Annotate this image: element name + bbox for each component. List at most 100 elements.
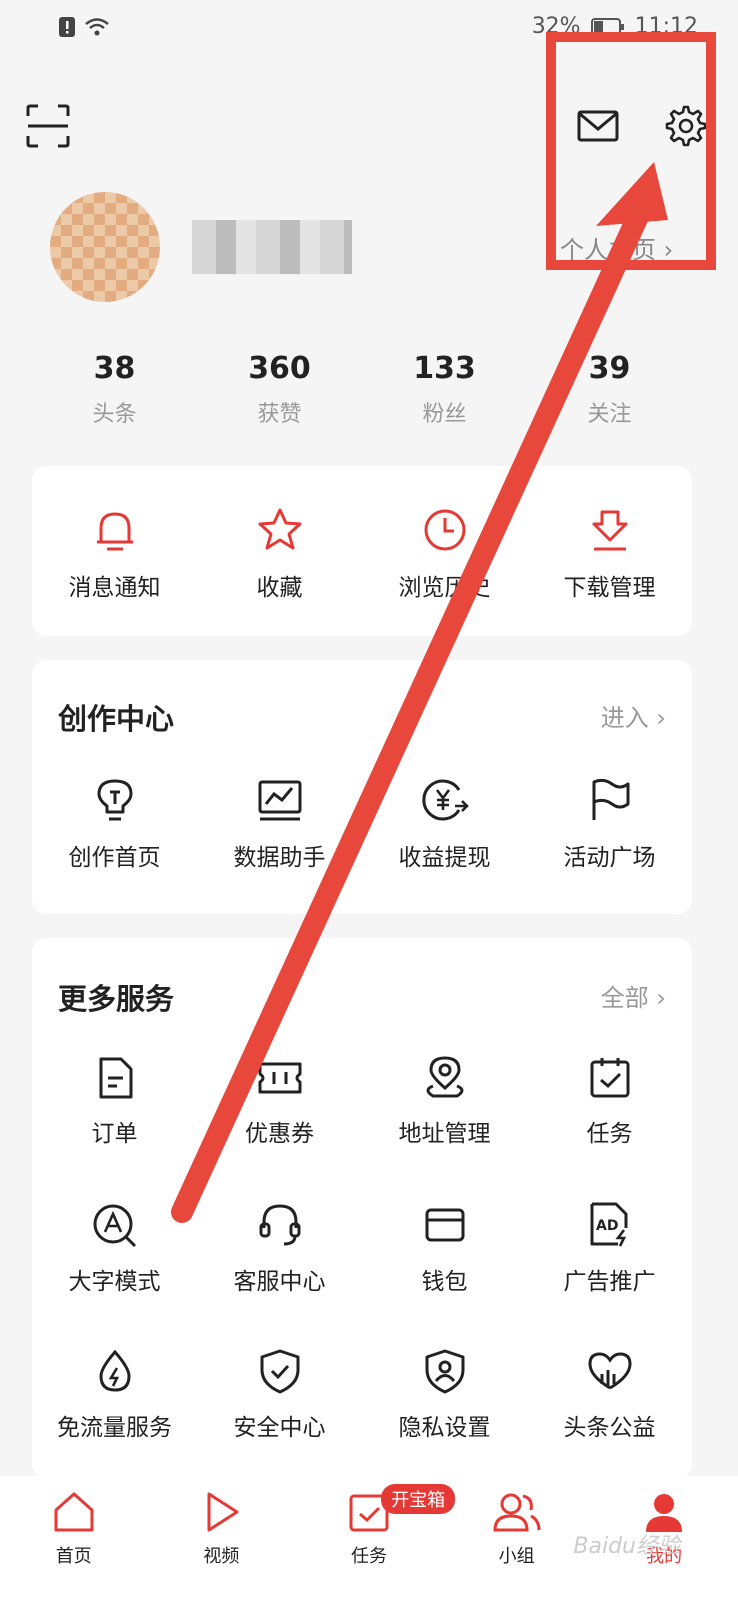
cell-label: 优惠券 bbox=[245, 1121, 314, 1147]
annotation-highlight-box bbox=[546, 32, 716, 270]
cell-label: 广告推广 bbox=[563, 1269, 656, 1295]
service-large-font[interactable]: 大字模式 bbox=[32, 1202, 197, 1296]
chart-icon bbox=[258, 780, 301, 821]
wallet-icon bbox=[425, 1208, 464, 1242]
stat-label: 粉丝 bbox=[422, 402, 467, 427]
creation-data[interactable]: 数据助手 bbox=[197, 776, 362, 872]
more-services-card: 更多服务 全部 › 订单 优惠券 地址管理 任务 大字模式 客服中心 钱包 AD… bbox=[32, 938, 692, 1478]
privacy-icon bbox=[425, 1349, 464, 1394]
home-icon bbox=[54, 1492, 94, 1532]
cell-label: 消息通知 bbox=[68, 575, 161, 601]
creation-center-title: 创作中心 bbox=[58, 702, 175, 736]
creation-income[interactable]: 收益提现 bbox=[362, 776, 527, 872]
quick-actions-card: 消息通知 收藏 浏览历史 下载管理 bbox=[32, 466, 692, 636]
nav-label: 任务 bbox=[350, 1546, 387, 1567]
quick-action-notifications[interactable]: 消息通知 bbox=[32, 506, 197, 602]
more-services-all[interactable]: 全部 › bbox=[601, 978, 666, 1013]
yuan-icon bbox=[421, 779, 469, 821]
cell-label: 大字模式 bbox=[68, 1269, 161, 1295]
wifi-icon bbox=[85, 18, 109, 36]
cell-label: 隐私设置 bbox=[398, 1415, 491, 1441]
svg-text:AD: AD bbox=[596, 1218, 618, 1234]
service-free-data[interactable]: 免流量服务 bbox=[32, 1348, 197, 1442]
nav-group[interactable]: 小组 bbox=[443, 1476, 591, 1600]
flag-icon bbox=[592, 778, 629, 820]
stat-value: 38 bbox=[93, 351, 136, 386]
service-support[interactable]: 客服中心 bbox=[197, 1202, 362, 1296]
headset-icon bbox=[259, 1204, 300, 1246]
service-coupons[interactable]: 优惠券 bbox=[197, 1056, 362, 1148]
clock-icon bbox=[424, 509, 465, 551]
alert-icon bbox=[59, 17, 75, 37]
stat-articles[interactable]: 38 头条 bbox=[32, 350, 197, 428]
status-icons bbox=[58, 16, 110, 38]
scan-icon[interactable] bbox=[26, 104, 70, 148]
creation-grid: 创作首页 数据助手 收益提现 活动广场 bbox=[32, 660, 692, 872]
stat-followers[interactable]: 133 粉丝 bbox=[362, 350, 527, 428]
cell-label: 收藏 bbox=[256, 575, 303, 601]
service-orders[interactable]: 订单 bbox=[32, 1056, 197, 1148]
service-tasks[interactable]: 任务 bbox=[527, 1056, 692, 1148]
creation-activities[interactable]: 活动广场 bbox=[527, 776, 692, 872]
ticket-icon bbox=[258, 1062, 301, 1094]
service-wallet[interactable]: 钱包 bbox=[362, 1202, 527, 1296]
lightbulb-icon bbox=[97, 779, 132, 821]
stats-row: 38 头条 360 获赞 133 粉丝 39 关注 bbox=[32, 350, 692, 428]
stat-value: 360 bbox=[248, 351, 311, 386]
avatar[interactable] bbox=[50, 192, 160, 302]
stat-likes[interactable]: 360 获赞 bbox=[197, 350, 362, 428]
shield-icon bbox=[260, 1349, 299, 1394]
bell-icon bbox=[96, 512, 133, 551]
group-icon bbox=[493, 1493, 541, 1532]
cell-label: 创作首页 bbox=[68, 845, 161, 871]
font-size-icon bbox=[93, 1204, 136, 1248]
service-privacy[interactable]: 隐私设置 bbox=[362, 1348, 527, 1442]
cell-label: 客服中心 bbox=[233, 1269, 326, 1295]
cell-label: 浏览历史 bbox=[398, 575, 491, 601]
more-services-title: 更多服务 bbox=[58, 982, 175, 1016]
services-row-3: 免流量服务 安全中心 隐私设置 头条公益 bbox=[32, 1348, 692, 1442]
nav-label: 小组 bbox=[498, 1546, 535, 1567]
nav-tasks[interactable]: 任务 开宝箱 bbox=[295, 1476, 456, 1600]
quick-action-history[interactable]: 浏览历史 bbox=[362, 506, 527, 602]
calendar-check-icon bbox=[590, 1058, 629, 1098]
cell-label: 下载管理 bbox=[563, 575, 656, 601]
quick-action-downloads[interactable]: 下载管理 bbox=[527, 506, 692, 602]
quick-action-favorites[interactable]: 收藏 bbox=[197, 506, 362, 602]
cell-label: 收益提现 bbox=[398, 845, 491, 871]
charity-icon bbox=[587, 1352, 632, 1390]
service-ads[interactable]: AD 广告推广 bbox=[527, 1202, 692, 1296]
cell-label: 订单 bbox=[91, 1121, 138, 1147]
nav-label: 视频 bbox=[203, 1546, 240, 1567]
services-row-1: 订单 优惠券 地址管理 任务 bbox=[32, 1056, 692, 1148]
creation-home[interactable]: 创作首页 bbox=[32, 776, 197, 872]
download-icon bbox=[592, 510, 627, 551]
creation-center-enter[interactable]: 进入 › bbox=[601, 698, 666, 733]
stat-value: 39 bbox=[588, 351, 631, 386]
cell-label: 活动广场 bbox=[563, 845, 656, 871]
stat-label: 获赞 bbox=[257, 402, 302, 427]
service-security[interactable]: 安全中心 bbox=[197, 1348, 362, 1442]
cell-label: 任务 bbox=[586, 1121, 633, 1147]
nav-video[interactable]: 视频 bbox=[148, 1476, 296, 1600]
username[interactable] bbox=[192, 220, 352, 274]
play-icon bbox=[207, 1492, 239, 1532]
data-drop-icon bbox=[98, 1349, 131, 1392]
cell-label: 地址管理 bbox=[398, 1121, 491, 1147]
location-icon bbox=[426, 1056, 463, 1098]
watermark: Baidu经验 bbox=[573, 1534, 680, 1559]
cell-label: 免流量服务 bbox=[57, 1415, 172, 1441]
creation-center-card: 创作中心 进入 › 创作首页 数据助手 收益提现 活动广场 bbox=[32, 660, 692, 914]
nav-home[interactable]: 首页 bbox=[0, 1476, 148, 1600]
services-row-2: 大字模式 客服中心 钱包 AD 广告推广 bbox=[32, 1202, 692, 1296]
cell-label: 安全中心 bbox=[233, 1415, 326, 1441]
service-address[interactable]: 地址管理 bbox=[362, 1056, 527, 1148]
star-icon bbox=[258, 508, 301, 550]
cell-label: 数据助手 bbox=[233, 845, 326, 871]
quick-actions-grid: 消息通知 收藏 浏览历史 下载管理 bbox=[32, 466, 692, 602]
stat-label: 关注 bbox=[587, 402, 632, 427]
stat-value: 133 bbox=[413, 351, 476, 386]
service-charity[interactable]: 头条公益 bbox=[527, 1348, 692, 1442]
stat-following[interactable]: 39 关注 bbox=[527, 350, 692, 428]
ad-icon: AD bbox=[590, 1202, 627, 1247]
